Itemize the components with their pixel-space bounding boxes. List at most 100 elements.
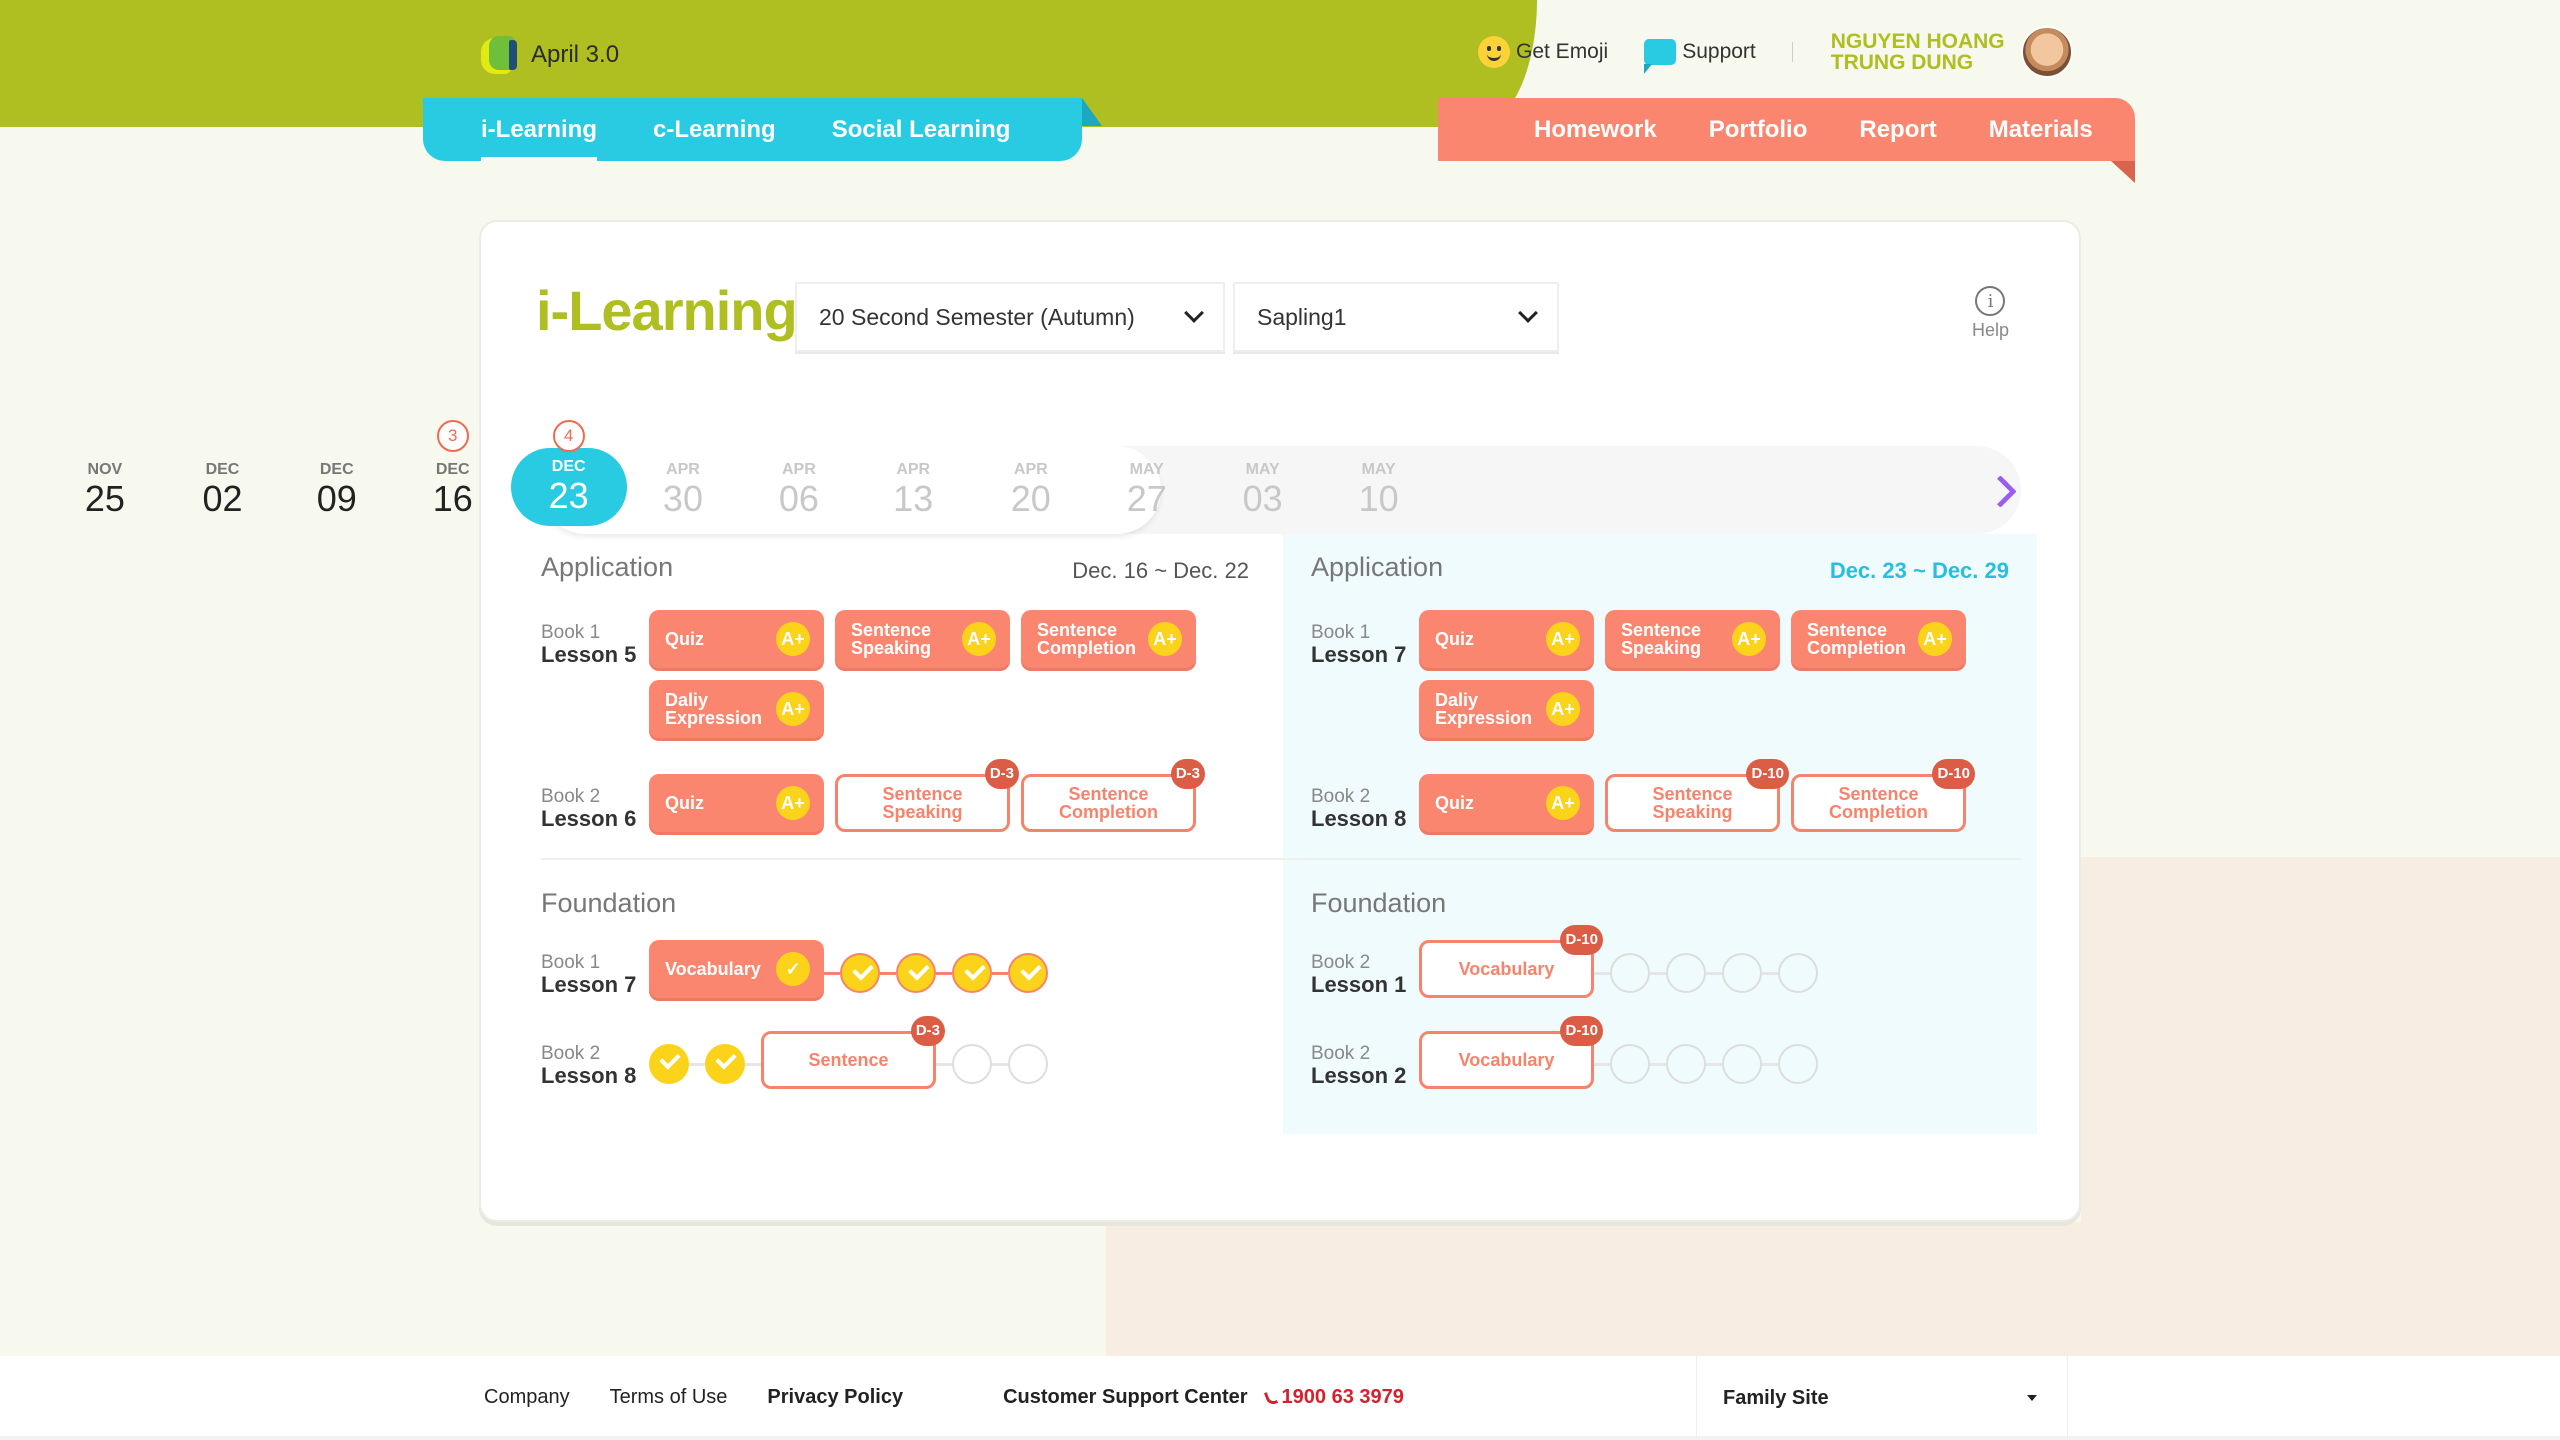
support-phone[interactable]: 1900 63 3979: [1263, 1386, 1404, 1409]
progress-track: Sentence D-3: [649, 1015, 1048, 1089]
task-card[interactable]: Quiz A+: [649, 774, 824, 832]
empty-step-icon: [1722, 1044, 1762, 1084]
progress-connector: [689, 1062, 705, 1066]
task-card[interactable]: Vocabulary D-10: [1419, 924, 1603, 998]
user-name[interactable]: NGUYEN HOANG TRUNG DUNG: [1831, 31, 2007, 73]
book-label: Book 1: [541, 622, 601, 643]
progress-connector: [1762, 1062, 1778, 1066]
app-logo[interactable]: April 3.0: [481, 34, 619, 76]
secondary-tabs: Homework Portfolio Report Materials: [1438, 98, 2135, 183]
tab-c-learning[interactable]: c-Learning: [653, 98, 776, 161]
task-card[interactable]: Daliy Expression A+: [649, 680, 824, 738]
task-card[interactable]: Quiz A+: [1419, 610, 1594, 668]
task-label: Sentence Completion: [1037, 620, 1136, 658]
smiley-icon: [1478, 36, 1510, 68]
timeline-week[interactable]: DEC 16: [395, 446, 511, 534]
timeline-week[interactable]: APR 13: [855, 446, 971, 534]
lesson-name: Lesson 8: [1311, 806, 1407, 831]
book-label: Book 2: [541, 1043, 601, 1064]
family-site-select[interactable]: Family Site: [1696, 1356, 2068, 1440]
lesson-name: Lesson 6: [541, 806, 637, 831]
lesson-label: Book 2 Lesson 6: [541, 786, 636, 830]
tab-social-learning[interactable]: Social Learning: [832, 98, 1011, 161]
tab-i-learning[interactable]: i-Learning: [481, 98, 598, 163]
footer-link-terms[interactable]: Terms of Use: [610, 1386, 728, 1409]
semester-select-value: 20 Second Semester (Autumn): [819, 303, 1135, 330]
timeline-week[interactable]: APR 06: [741, 446, 857, 534]
task-card[interactable]: Sentence Speaking D-3: [835, 759, 1019, 832]
empty-step-icon: [952, 1044, 992, 1084]
week-day: 30: [662, 478, 703, 519]
task-label: Sentence Speaking: [1621, 620, 1702, 658]
timeline-week[interactable]: NOV 25: [47, 446, 163, 534]
task-card[interactable]: Vocabulary D-10: [1419, 1015, 1603, 1089]
timeline-week[interactable]: DEC 23: [510, 448, 627, 526]
help-button[interactable]: i Help: [1972, 286, 2009, 341]
grade-badge: A+: [776, 622, 810, 656]
grade-badge: A+: [1546, 786, 1580, 820]
week-timeline: NOV 25 DEC 02 DEC 09 DEC 16 3 DEC 23 4 APR 30 APR 06 APR…: [85, 420, 2021, 536]
timeline-week[interactable]: APR 30: [625, 446, 741, 534]
task-card[interactable]: Daliy Expression A+: [1419, 680, 1594, 738]
timeline-week[interactable]: MAY 27: [1089, 446, 1205, 534]
page-title: i-Learning: [536, 279, 798, 342]
task-label: Daliy Expression: [1435, 690, 1533, 728]
task-card[interactable]: Quiz A+: [1419, 774, 1594, 832]
lesson-name: Lesson 8: [541, 1063, 637, 1088]
user-name-line1: NGUYEN HOANG: [1830, 30, 2005, 53]
task-card[interactable]: Sentence Speaking D-10: [1605, 759, 1789, 832]
task-step: Vocabulary D-10: [1419, 924, 1603, 998]
grade-badge: A+: [1918, 622, 1952, 656]
class-select-value: Sapling1: [1257, 303, 1347, 330]
support-button[interactable]: Support: [1644, 39, 1756, 74]
week-month: APR: [782, 461, 816, 478]
lesson-label: Book 2 Lesson 1: [1311, 952, 1406, 996]
chevron-down-icon: [1518, 303, 1538, 323]
tab-report[interactable]: Report: [1859, 116, 1936, 144]
help-label: Help: [1971, 320, 2009, 340]
task-card[interactable]: Sentence Completion D-3: [1021, 759, 1205, 832]
grade-badge: A+: [1148, 622, 1182, 656]
progress-connector: [936, 971, 952, 975]
task-step: Vocabulary ✓: [649, 939, 824, 998]
week-date-range: Dec. 16 ~ Dec. 22: [1072, 558, 1249, 583]
task-card[interactable]: Sentence Completion A+: [1791, 610, 1966, 668]
lesson-label: Book 2 Lesson 2: [1311, 1043, 1406, 1087]
lesson-label: Book 1 Lesson 7: [1311, 622, 1406, 666]
task-card[interactable]: Sentence Speaking A+: [835, 610, 1010, 668]
dday-badge: D-3: [910, 1015, 945, 1046]
class-select[interactable]: Sapling1: [1233, 282, 1559, 352]
tab-portfolio[interactable]: Portfolio: [1709, 116, 1808, 144]
timeline-week[interactable]: DEC 09: [279, 446, 395, 534]
progress-track: Vocabulary D-10: [1419, 924, 1818, 998]
task-label: Quiz: [665, 629, 704, 649]
progress-connector: [1594, 971, 1610, 975]
task-label: Vocabulary: [1458, 958, 1555, 979]
timeline-week[interactable]: MAY 10: [1321, 446, 1437, 534]
timeline-week[interactable]: APR 20: [973, 446, 1089, 534]
task-card[interactable]: Sentence Completion A+: [1021, 610, 1196, 668]
progress-connector: [824, 971, 840, 975]
task-card[interactable]: Sentence Completion D-10: [1791, 759, 1975, 832]
tab-homework[interactable]: Homework: [1534, 116, 1657, 144]
get-emoji-button[interactable]: Get Emoji: [1478, 36, 1608, 68]
application-title: Application: [541, 552, 674, 582]
task-card[interactable]: Vocabulary ✓: [649, 939, 824, 998]
week-count-badge: 4: [552, 420, 585, 452]
task-card[interactable]: Quiz A+: [649, 610, 824, 668]
progress-connector: [992, 1062, 1008, 1066]
grade-badge: A+: [1546, 622, 1580, 656]
task-card[interactable]: Sentence D-3: [761, 1015, 945, 1089]
task-card[interactable]: Sentence Speaking A+: [1605, 610, 1780, 668]
footer-link-company[interactable]: Company: [484, 1386, 570, 1409]
task-label: Quiz: [665, 793, 704, 813]
tab-materials[interactable]: Materials: [1989, 116, 2093, 144]
timeline-next-button[interactable]: [1989, 472, 2013, 510]
timeline-week[interactable]: DEC 02: [164, 446, 280, 534]
week-day: 16: [432, 478, 473, 519]
footer-link-privacy[interactable]: Privacy Policy: [767, 1386, 903, 1409]
week-month: MAY: [1129, 461, 1164, 478]
semester-select[interactable]: 20 Second Semester (Autumn): [795, 282, 1225, 352]
timeline-week[interactable]: MAY 03: [1205, 446, 1321, 534]
avatar[interactable]: [2020, 26, 2073, 78]
